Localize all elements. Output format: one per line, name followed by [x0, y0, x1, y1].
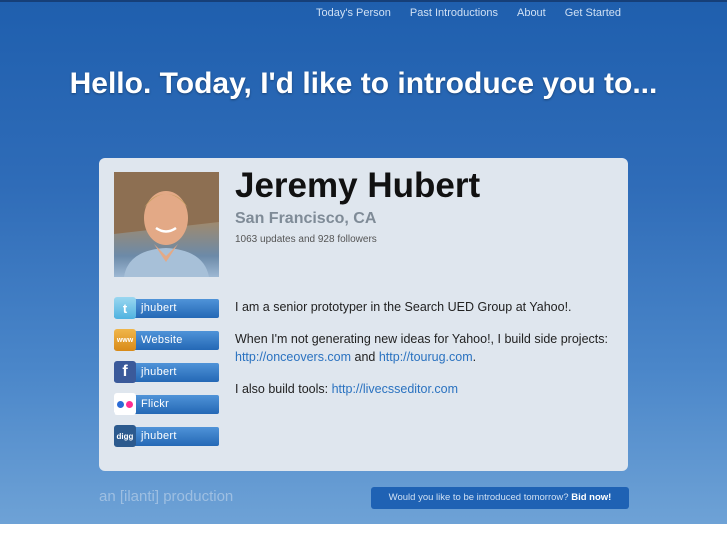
twitter-link-label: jhubert — [141, 302, 177, 314]
nav-todays-person[interactable]: Today's Person — [316, 7, 391, 19]
twitter-icon: t — [114, 297, 136, 319]
profile-card: Jeremy Hubert San Francisco, CA 1063 upd… — [99, 158, 628, 471]
flickr-icon — [114, 393, 136, 415]
onceovers-link[interactable]: http://onceovers.com — [235, 350, 351, 364]
flickr-link-button[interactable]: Flickr — [114, 393, 219, 415]
cta-link[interactable]: Bid now! — [571, 492, 611, 503]
digg-icon: digg — [114, 425, 136, 447]
nav-about[interactable]: About — [517, 7, 546, 19]
cta-text: Would you like to be introduced tomorrow… — [388, 492, 572, 503]
twitter-link-button[interactable]: t jhubert — [114, 297, 219, 319]
bio-paragraph-2: When I'm not generating new ideas for Ya… — [235, 330, 615, 366]
social-links: t jhubert www Website f jhubert Flickr d… — [114, 297, 219, 459]
bio-paragraph-2-text: When I'm not generating new ideas for Ya… — [235, 332, 608, 346]
flickr-link-label: Flickr — [141, 398, 170, 410]
livecsseditor-link[interactable]: http://livecsseditor.com — [332, 382, 458, 396]
bio-and-text: and — [351, 350, 379, 364]
profile-stats: 1063 updates and 928 followers — [235, 234, 377, 245]
digg-link-button[interactable]: digg jhubert — [114, 425, 219, 447]
profile-bio: I am a senior prototyper in the Search U… — [235, 298, 615, 412]
tourug-link[interactable]: http://tourug.com — [379, 350, 473, 364]
bid-now-button[interactable]: Would you like to be introduced tomorrow… — [371, 487, 629, 509]
facebook-link-label: jhubert — [141, 366, 177, 378]
bio-paragraph-3: I also build tools: http://livecsseditor… — [235, 380, 615, 398]
website-icon: www — [114, 329, 136, 351]
nav-past-introductions[interactable]: Past Introductions — [410, 7, 498, 19]
profile-location: San Francisco, CA — [235, 210, 377, 227]
website-link-button[interactable]: www Website — [114, 329, 219, 351]
bio-paragraph-1: I am a senior prototyper in the Search U… — [235, 300, 572, 314]
facebook-icon: f — [114, 361, 136, 383]
page-background: Today's Person Past Introductions About … — [0, 0, 727, 524]
website-link-label: Website — [141, 334, 183, 346]
facebook-link-button[interactable]: f jhubert — [114, 361, 219, 383]
bio-paragraph-3-text: I also build tools: — [235, 382, 332, 396]
ilanti-production-logo: an [ilanti] production — [99, 488, 234, 505]
nav-get-started[interactable]: Get Started — [565, 7, 621, 19]
top-nav: Today's Person Past Introductions About … — [316, 7, 621, 19]
profile-photo — [114, 172, 219, 277]
bio-period: . — [472, 350, 477, 364]
profile-name: Jeremy Hubert — [235, 166, 481, 205]
avatar-illustration — [114, 172, 219, 277]
digg-link-label: jhubert — [141, 430, 177, 442]
page-headline: Hello. Today, I'd like to introduce you … — [69, 67, 658, 100]
